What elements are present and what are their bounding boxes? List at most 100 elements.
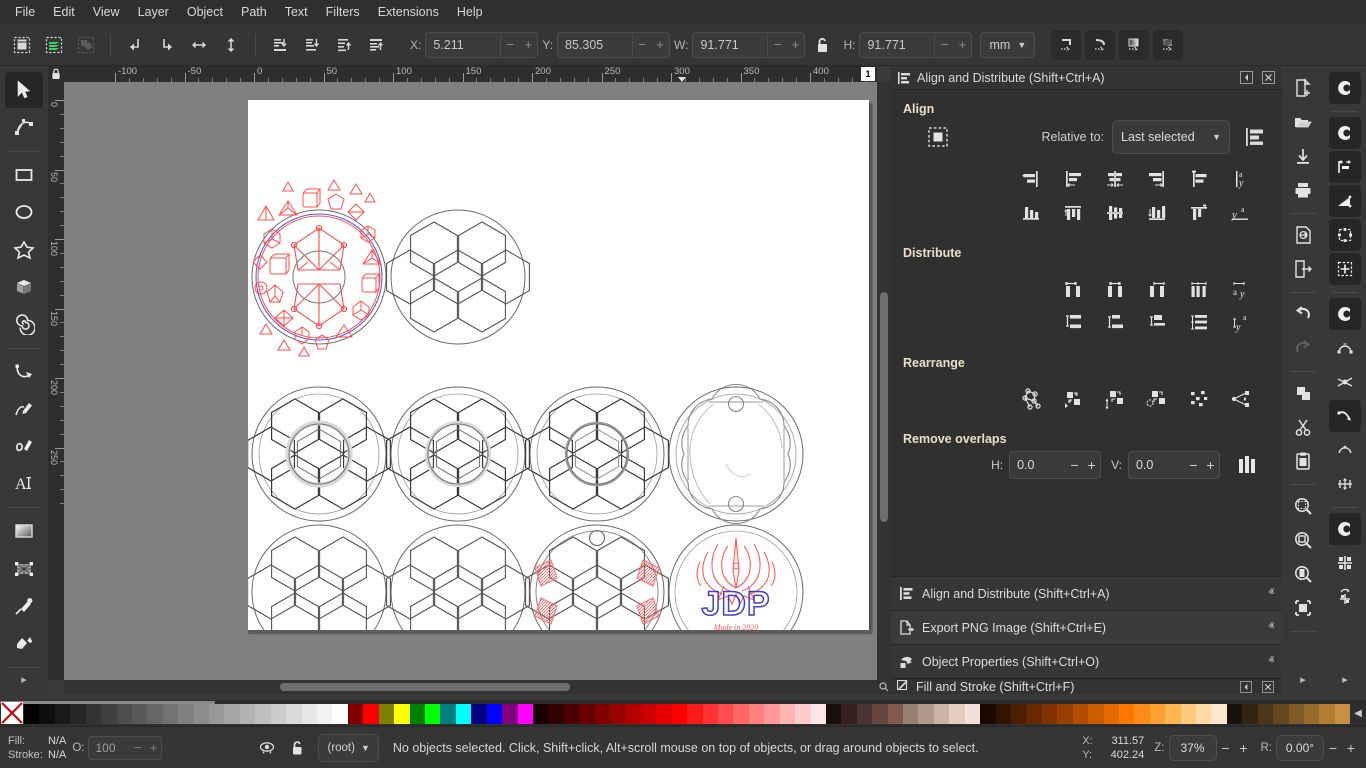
center-on-vertical-axis-icon[interactable]	[1100, 164, 1130, 194]
palette-swatch[interactable]	[379, 702, 394, 724]
artwork-disc-hexring-3[interactable]	[526, 387, 669, 521]
artwork-disc-hex7[interactable]	[387, 210, 530, 344]
palette-swatch[interactable]	[1289, 702, 1304, 724]
center-on-horizontal-axis-icon[interactable]	[1100, 198, 1130, 228]
opacity-spinner[interactable]: 100 − +	[88, 736, 162, 760]
palette-swatch[interactable]	[1181, 702, 1196, 724]
treat-selection-as-group-icon[interactable]	[921, 122, 955, 152]
commands-more-icon[interactable]: ▸	[1300, 673, 1306, 686]
drawing-canvas[interactable]: JDP Made in 2020	[64, 82, 877, 680]
undo-icon[interactable]	[1287, 298, 1319, 330]
chevron-up-icon[interactable]: ⱏ	[1269, 655, 1274, 668]
close-icon[interactable]	[1260, 679, 1276, 695]
snap-cusp-node-icon[interactable]	[1329, 400, 1361, 432]
palette-swatch[interactable]	[132, 702, 147, 724]
rotate-decrement[interactable]: −	[1324, 740, 1342, 756]
palette-swatch[interactable]	[934, 702, 949, 724]
palette-swatch[interactable]	[224, 702, 239, 724]
new-document-icon[interactable]	[1287, 72, 1319, 104]
align-text-baseline-vertical-icon[interactable]: a y	[1226, 164, 1256, 194]
layer-selector[interactable]: (root) ▼	[318, 734, 378, 762]
h-spinner[interactable]: 91.771 − +	[859, 32, 972, 58]
distribute-top-edges-icon[interactable]	[1058, 308, 1088, 338]
snap-bbox-corner-icon[interactable]	[1329, 185, 1361, 217]
distribute-centers-vertically-icon[interactable]	[1100, 308, 1130, 338]
palette-swatch[interactable]	[302, 702, 317, 724]
unit-selector[interactable]: mm ▼	[980, 32, 1035, 58]
menu-path[interactable]: Path	[232, 2, 276, 22]
palette-swatch[interactable]	[410, 702, 425, 724]
horizontal-ruler[interactable]: -100-500501001502002503003504001	[48, 66, 877, 82]
close-icon[interactable]	[1260, 70, 1276, 86]
unclump-objects-icon[interactable]	[1226, 384, 1256, 414]
palette-scroll-thumb[interactable]	[0, 701, 215, 704]
palette-swatch[interactable]	[147, 702, 162, 724]
color-palette[interactable]: ◀	[0, 700, 1366, 726]
palette-swatch[interactable]	[394, 702, 409, 724]
zoom-value[interactable]: 37%	[1170, 741, 1216, 755]
lock-open-icon[interactable]	[809, 32, 835, 58]
distribute-right-edges-icon[interactable]	[1142, 274, 1172, 304]
palette-swatch[interactable]	[610, 702, 625, 724]
distribute-text-anchors-vertically-icon[interactable]: a y	[1226, 308, 1256, 338]
distribute-text-anchors-horizontally-icon[interactable]: a y	[1226, 274, 1256, 304]
snap-bbox-edge-midpoint-icon[interactable]	[1329, 219, 1361, 251]
opacity-decrement[interactable]: −	[129, 737, 145, 759]
palette-swatch[interactable]	[672, 702, 687, 724]
palette-swatch[interactable]	[1088, 702, 1103, 724]
x-spinner[interactable]: 5.211 − +	[425, 32, 538, 58]
palette-swatch[interactable]	[1319, 702, 1334, 724]
palette-swatch[interactable]	[55, 702, 70, 724]
zoom-increment[interactable]: +	[1235, 740, 1253, 756]
palette-swatch[interactable]	[117, 702, 132, 724]
menu-object[interactable]: Object	[178, 2, 232, 22]
distribute-bottom-edges-icon[interactable]	[1142, 308, 1172, 338]
star-tool[interactable]	[5, 232, 43, 268]
palette-swatch[interactable]	[965, 702, 980, 724]
palette-swatch[interactable]	[795, 702, 810, 724]
strip-export-png-image[interactable]: Export PNG Image (Shift+Ctrl+E) ⱏ	[891, 610, 1282, 644]
artwork-disc-hex7-b[interactable]	[248, 525, 390, 630]
fill-stroke-indicator[interactable]: Fill: N/A Stroke: N/A	[8, 734, 66, 762]
palette-swatch[interactable]	[1026, 702, 1041, 724]
exchange-positions-clockwise-icon[interactable]	[1142, 384, 1172, 414]
canvas-sticky-zoom-icon[interactable]	[877, 680, 891, 694]
palette-swatch[interactable]	[857, 702, 872, 724]
palette-swatch[interactable]	[888, 702, 903, 724]
align-right-edges-icon[interactable]	[1142, 164, 1172, 194]
canvas-vertical-scrollbar[interactable]	[877, 82, 891, 680]
document-page[interactable]: JDP Made in 2020	[248, 100, 869, 630]
palette-swatch[interactable]	[240, 702, 255, 724]
rotate-increment[interactable]: +	[1342, 740, 1360, 756]
palette-swatch[interactable]	[86, 702, 101, 724]
artwork-disc-hex7-c[interactable]	[387, 525, 530, 630]
chevron-up-icon[interactable]: ⱏ	[1269, 587, 1274, 600]
strip-align-and-distribute[interactable]: Align and Distribute (Shift+Ctrl+A) ⱏ	[891, 576, 1282, 610]
palette-swatch[interactable]	[548, 702, 563, 724]
palette-swatch[interactable]	[703, 702, 718, 724]
x-value[interactable]: 5.211	[426, 33, 500, 57]
palette-swatch[interactable]	[101, 702, 116, 724]
palette-swatch[interactable]	[425, 702, 440, 724]
dropper-tool[interactable]	[5, 588, 43, 624]
unlock-icon[interactable]	[284, 735, 310, 761]
palette-swatch[interactable]	[1165, 702, 1180, 724]
lower-to-bottom-icon[interactable]	[265, 30, 295, 60]
snap-object-center-icon[interactable]	[1329, 547, 1361, 579]
affect-stroke-width-icon[interactable]	[1051, 30, 1081, 60]
palette-swatch[interactable]	[1211, 702, 1226, 724]
palette-swatch[interactable]	[1335, 702, 1350, 724]
palette-swatch[interactable]	[1119, 702, 1134, 724]
palette-swatch[interactable]	[456, 702, 471, 724]
raise-icon[interactable]	[329, 30, 359, 60]
text-tool[interactable]: A	[5, 465, 43, 501]
menu-text[interactable]: Text	[276, 2, 317, 22]
palette-swatch[interactable]	[1258, 702, 1273, 724]
palette-swatch[interactable]	[826, 702, 841, 724]
palette-swatch[interactable]	[872, 702, 887, 724]
snapbar-more-icon[interactable]: ▸	[1342, 673, 1348, 686]
mesh-tool[interactable]	[5, 551, 43, 587]
palette-swatch[interactable]	[918, 702, 933, 724]
paste-icon[interactable]	[1287, 445, 1319, 477]
rotate-90-ccw-icon[interactable]	[120, 30, 150, 60]
